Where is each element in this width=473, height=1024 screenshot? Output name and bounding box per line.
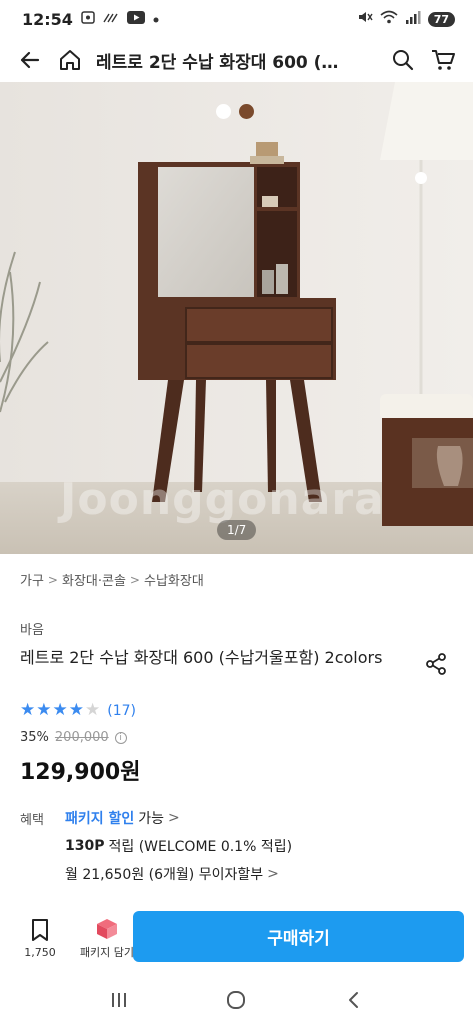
share-icon <box>426 653 446 675</box>
back-chevron-icon <box>349 992 359 1008</box>
star-icon: ★ <box>36 700 52 720</box>
search-icon <box>393 50 414 71</box>
home-icon <box>60 50 80 70</box>
signal-icon <box>405 10 421 28</box>
search-button[interactable] <box>383 40 423 80</box>
brand-name[interactable]: 바음 <box>20 619 44 638</box>
chevron-right-icon: > <box>168 810 180 826</box>
product-image-gallery[interactable]: Joonggonara 1/7 <box>0 82 473 554</box>
info-icon[interactable]: i <box>114 731 127 744</box>
call-forward-icon <box>103 12 119 27</box>
home-nav-button[interactable] <box>216 980 256 1020</box>
back-button[interactable] <box>10 40 50 80</box>
package-add-label: 패키지 담기 <box>79 946 135 959</box>
package-add-button[interactable]: 패키지 담기 <box>74 916 140 960</box>
watermark: Joonggonara <box>60 474 385 525</box>
chevron-right-icon: > <box>129 572 140 587</box>
breadcrumb-item[interactable]: 화장대·콘솔 <box>62 570 126 589</box>
points-text: 적립 (WELCOME 0.1% 적립) <box>108 839 293 855</box>
bookmark-button[interactable]: 1,750 <box>14 918 66 959</box>
package-discount-link[interactable]: 패키지 할인 <box>65 808 134 828</box>
bookmark-count: 1,750 <box>24 945 56 959</box>
breadcrumb: 가구 > 화장대·콘솔 > 수납화장대 <box>20 570 204 590</box>
star-empty-icon: ★ <box>85 700 101 720</box>
status-bar: 12:54 77 <box>0 0 473 38</box>
bench <box>380 394 473 526</box>
discount-rate: 35% <box>20 730 49 745</box>
status-time: 12:54 <box>22 9 73 29</box>
package-discount-suffix: 가능 <box>138 811 165 827</box>
mute-icon <box>357 9 373 29</box>
status-right: 77 <box>357 9 455 29</box>
chevron-right-icon: > <box>47 572 58 587</box>
battery-indicator: 77 <box>427 11 455 27</box>
page-title: 레트로 2단 수납 화장대 600 (… <box>96 52 339 73</box>
package-discount-row[interactable]: 패키지 할인 가능 > <box>65 808 180 828</box>
home-button[interactable] <box>50 40 90 80</box>
bottom-action-bar: 1,750 패키지 담기 구매하기 <box>0 905 473 971</box>
breadcrumb-item[interactable]: 가구 <box>20 570 44 589</box>
cart-icon <box>432 50 455 70</box>
breadcrumb-item[interactable]: 수납화장대 <box>144 570 204 589</box>
wifi-icon <box>380 10 398 28</box>
image-page-counter: 1/7 <box>217 520 257 540</box>
benefit-label: 혜택 <box>20 813 44 828</box>
points-row: 130P 적립 (WELCOME 0.1% 적립) <box>65 836 292 856</box>
dot-icon <box>153 12 159 26</box>
star-icon: ★ <box>52 700 68 720</box>
installment-row[interactable]: 월 21,650원 (6개월) 무이자할부 > <box>65 864 279 884</box>
review-count[interactable]: (17) <box>107 703 136 719</box>
home-circle-icon <box>227 991 246 1009</box>
star-icon: ★ <box>20 700 36 720</box>
share-button[interactable] <box>420 648 452 680</box>
recent-apps-button[interactable] <box>99 980 139 1020</box>
rating[interactable]: ★ ★ ★ ★ ★ (17) <box>20 702 136 719</box>
cart-button[interactable] <box>423 40 463 80</box>
app-header: 레트로 2단 수납 화장대 600 (… <box>0 38 473 82</box>
recent-apps-icon <box>111 993 126 1007</box>
color-option-dots <box>216 104 254 119</box>
system-nav-bar <box>0 976 473 1024</box>
color-dot-brown[interactable] <box>239 104 254 119</box>
price-row: 35% 200,000 i <box>20 730 127 745</box>
color-dot-white[interactable] <box>216 104 231 119</box>
status-left: 12:54 <box>22 10 159 29</box>
back-nav-button[interactable] <box>334 980 374 1020</box>
points-amount: 130P <box>65 838 105 854</box>
chevron-right-icon: > <box>267 866 279 882</box>
screenshot-icon <box>81 11 95 27</box>
product-name: 레트로 2단 수납 화장대 600 (수납거울포함) 2colors <box>20 648 383 667</box>
youtube-icon <box>126 11 145 27</box>
package-box-icon <box>97 919 117 939</box>
sale-price: 129,900원 <box>20 760 141 785</box>
installment-text: 월 21,650원 (6개월) 무이자할부 <box>65 867 264 883</box>
back-icon <box>20 51 40 69</box>
bookmark-icon <box>32 918 48 941</box>
buy-button[interactable]: 구매하기 <box>133 911 464 962</box>
star-icon: ★ <box>68 700 84 720</box>
original-price: 200,000 <box>54 730 109 745</box>
